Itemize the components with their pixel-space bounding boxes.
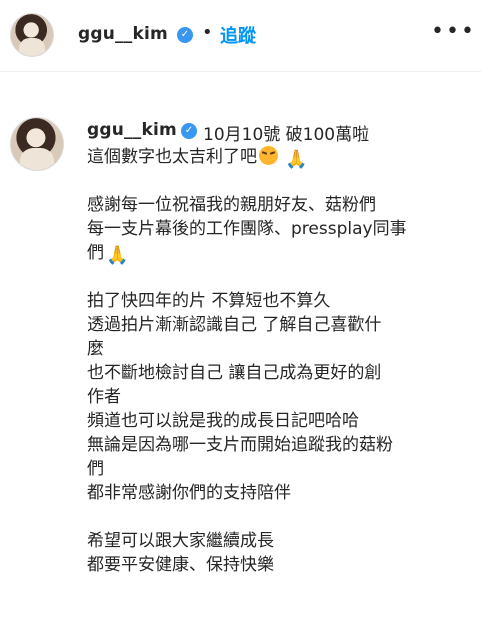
caption-line: 頻道也可以說是我的成長日記吧哈哈 xyxy=(87,411,359,431)
caption-line: 這個數字也太吉利了吧 🙏 xyxy=(87,146,308,170)
caption-username[interactable]: ggu__kim xyxy=(87,120,177,140)
caption-line: 無論是因為哪一支片而開始追蹤我的菇粉 xyxy=(87,435,393,455)
caption-line: 作者 xyxy=(87,387,121,407)
caption-line: 拍了快四年的片 不算短也不算久 xyxy=(87,291,331,311)
header-username[interactable]: ggu__kim xyxy=(78,24,168,44)
post-header: ggu__kim ✓ • 追蹤 ••• xyxy=(0,0,481,72)
caption-line: 們 xyxy=(87,459,104,479)
caption-line: 希望可以跟大家繼續成長 xyxy=(87,531,274,551)
more-options-icon[interactable]: ••• xyxy=(431,21,476,43)
caption-line: 們 🙏 xyxy=(87,243,129,266)
verified-badge-icon: ✓ xyxy=(181,123,197,139)
folded-hands-emoji-icon: 🙏 xyxy=(285,149,308,170)
caption-line: 每一支片幕後的工作團隊、pressplay同事 xyxy=(87,219,407,239)
profile-avatar[interactable] xyxy=(10,13,54,57)
caption-line: 也不斷地檢討自己 讓自己成為更好的創 xyxy=(87,363,382,383)
follow-button[interactable]: 追蹤 xyxy=(220,22,256,48)
caption-avatar[interactable] xyxy=(10,117,64,171)
folded-hands-emoji-icon: 🙏 xyxy=(106,245,129,266)
caption-line: 都非常感謝你們的支持陪伴 xyxy=(87,483,291,503)
confounded-face-emoji-icon xyxy=(259,146,278,165)
caption-line: 麼 xyxy=(87,339,104,359)
separator-dot: • xyxy=(202,22,213,43)
caption-line: 透過拍片漸漸認識自己 了解自己喜歡什 xyxy=(87,315,382,335)
verified-badge-icon: ✓ xyxy=(177,27,193,43)
caption-text: 這個數字也太吉利了吧 🙏 感謝每一位祝福我的親朋好友、菇粉們 每一支片幕後的工作… xyxy=(87,145,467,577)
caption-line: 都要平安健康、保持快樂 xyxy=(87,555,274,575)
caption-line: 感謝每一位祝福我的親朋好友、菇粉們 xyxy=(87,195,376,215)
caption-first-line: 10月10號 破100萬啦 xyxy=(203,125,370,145)
